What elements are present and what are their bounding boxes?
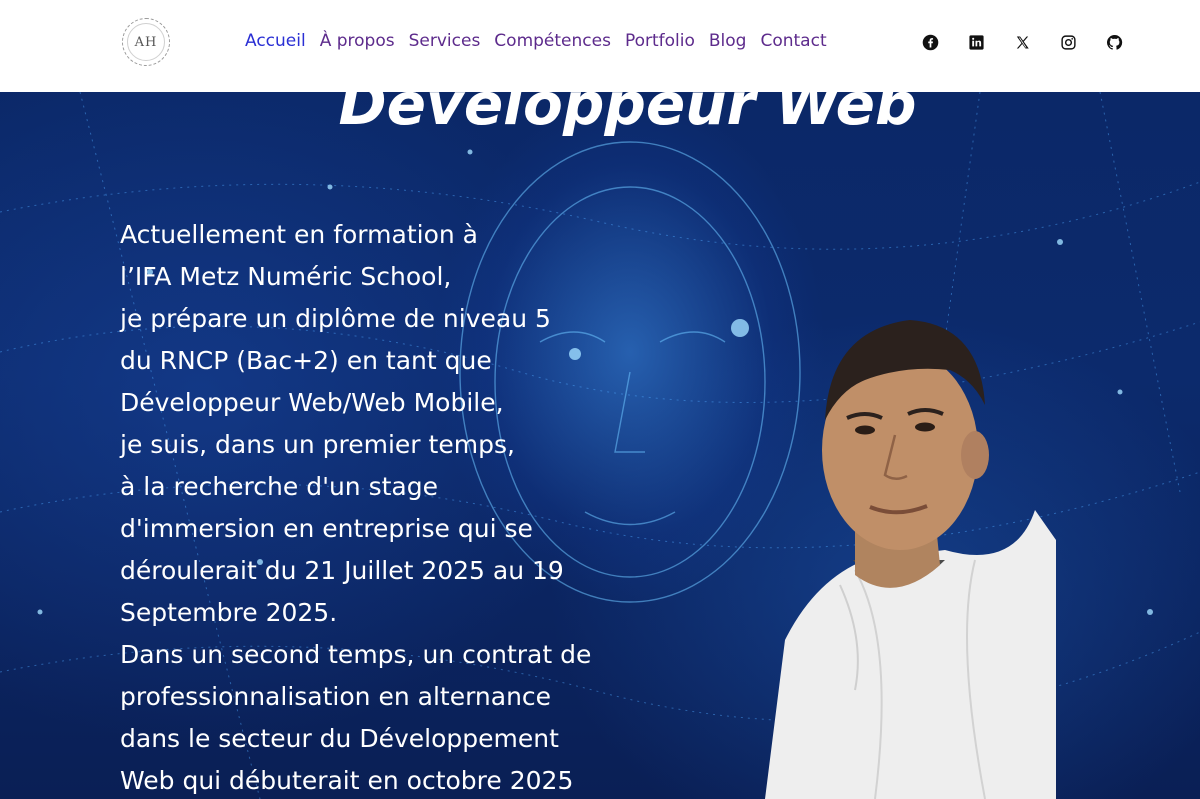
hero-section: Développeur Web Actuellement en formatio… <box>0 92 1200 799</box>
intro-line: déroulerait du 21 Juillet 2025 au 19 <box>120 556 564 585</box>
profile-photo <box>765 320 1056 799</box>
nav-portfolio[interactable]: Portfolio <box>625 31 695 51</box>
nav-accueil[interactable]: Accueil <box>245 31 306 51</box>
x-icon[interactable] <box>1012 32 1033 53</box>
facebook-icon[interactable] <box>920 32 941 53</box>
intro-line: je prépare un diplôme de niveau 5 <box>120 304 551 333</box>
hero-intro-text: Actuellement en formation à l’IFA Metz N… <box>120 214 660 799</box>
intro-line: du RNCP (Bac+2) en tant que <box>120 346 492 375</box>
linkedin-icon[interactable] <box>966 32 987 53</box>
intro-line: l’IFA Metz Numéric School, <box>120 262 452 291</box>
intro-line: je suis, dans un premier temps, <box>120 430 515 459</box>
main-nav: Accueil À propos Services Compétences Po… <box>245 31 827 51</box>
hero-title: Développeur Web <box>338 92 917 138</box>
social-links <box>920 32 1125 53</box>
intro-line: Dans un second temps, un contrat de <box>120 640 592 669</box>
nav-blog[interactable]: Blog <box>709 31 747 51</box>
nav-a-propos[interactable]: À propos <box>320 31 395 51</box>
intro-line: à la recherche d'un stage <box>120 472 438 501</box>
nav-competences[interactable]: Compétences <box>494 31 611 51</box>
instagram-icon[interactable] <box>1058 32 1079 53</box>
site-header: AH Accueil À propos Services Compétences… <box>0 0 1200 92</box>
intro-line: professionnalisation en alternance <box>120 682 552 711</box>
intro-line: Actuellement en formation à <box>120 220 478 249</box>
github-icon[interactable] <box>1104 32 1125 53</box>
nav-services[interactable]: Services <box>409 31 481 51</box>
site-logo[interactable]: AH <box>122 18 170 66</box>
intro-line: Web qui débuterait en octobre 2025 <box>120 766 574 795</box>
intro-line: d'immersion en entreprise qui se <box>120 514 533 543</box>
intro-line: Septembre 2025. <box>120 598 338 627</box>
intro-line: Développeur Web/Web Mobile, <box>120 388 504 417</box>
nav-contact[interactable]: Contact <box>760 31 826 51</box>
intro-line: dans le secteur du Développement <box>120 724 559 753</box>
